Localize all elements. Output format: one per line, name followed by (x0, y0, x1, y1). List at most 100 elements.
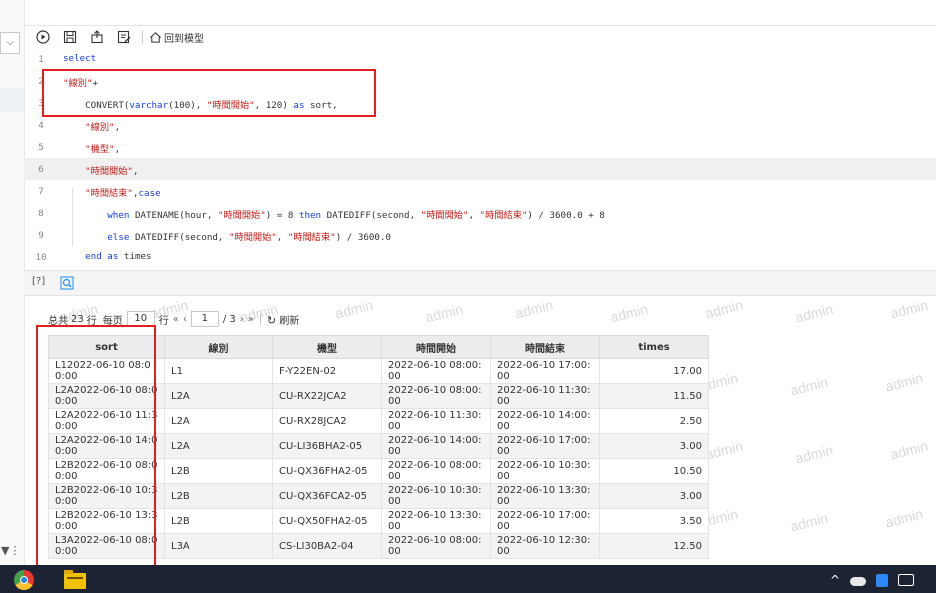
code-token: then (298, 210, 322, 221)
chrome-icon[interactable] (14, 570, 34, 590)
save-icon[interactable] (62, 29, 78, 45)
code-line[interactable]: 6 "時間開始", (24, 158, 936, 180)
watermark: admin (888, 296, 930, 322)
table-cell: 2022-06-10 08:00:00 (381, 358, 491, 384)
code-token: "時間開始" (217, 210, 266, 221)
table-cell: L2B (164, 483, 273, 509)
refresh-label: 刷新 (279, 315, 300, 327)
code-line[interactable]: 7 "時間結束",case (24, 180, 936, 202)
app-icon[interactable] (876, 573, 888, 587)
code-token: "線別" (85, 122, 115, 133)
table-cell: L2A (164, 383, 273, 409)
col-header-line[interactable]: 線別 (164, 335, 273, 359)
watermark: admin (793, 300, 835, 326)
code-line[interactable]: 4 "線別", (24, 114, 936, 136)
folder-icon[interactable] (64, 570, 86, 589)
code-line[interactable]: 8 when DATENAME(hour, "時間開始") = 8 then D… (24, 202, 936, 224)
highlight-box-code (42, 69, 376, 117)
back-to-model-button[interactable]: 回到模型 (149, 30, 204, 45)
watermark: admin (703, 437, 745, 463)
code-token: DATENAME(hour, (129, 210, 218, 221)
export-icon[interactable] (89, 29, 105, 45)
chevron-up-icon[interactable]: ^ (830, 573, 840, 587)
col-header-start[interactable]: 時間開始 (381, 335, 491, 359)
left-sidebar: ⌵ ▼⋮ (0, 0, 25, 565)
code-token: as (107, 251, 119, 262)
code-line[interactable]: 9 else DATEDIFF(second, "時間開始", "時間結束") … (24, 224, 936, 246)
line-number: 1 (38, 54, 44, 65)
watermark: admin (883, 369, 925, 395)
table-cell: 2022-06-10 14:00:00 (490, 408, 600, 434)
code-token: case (138, 188, 161, 199)
table-cell: 17.00 (599, 358, 709, 384)
device-icon[interactable] (898, 574, 914, 586)
table-cell: 2022-06-10 10:30:00 (381, 483, 491, 509)
table-cell: 11.50 (599, 383, 709, 409)
code-line[interactable]: 1 select (24, 48, 936, 70)
line-number: 8 (38, 208, 44, 219)
table-cell: 3.50 (599, 508, 709, 534)
code-token: "時間結束" (287, 232, 336, 243)
code-token: end (85, 251, 102, 262)
filter-icon[interactable]: ▼⋮ (1, 544, 20, 557)
table-cell: 2022-06-10 08:00:00 (381, 458, 491, 484)
next-page-button[interactable]: › (240, 314, 244, 325)
sidebar-selected-item[interactable] (0, 88, 24, 112)
watermark: admin (793, 441, 835, 467)
table-cell: 2022-06-10 17:00:00 (490, 358, 600, 384)
refresh-button[interactable]: ↻ 刷新 (267, 312, 299, 327)
code-token: times (118, 251, 152, 262)
table-cell: 2.50 (599, 408, 709, 434)
code-token: "時間開始" (228, 232, 277, 243)
watermark: admin (608, 300, 650, 326)
table-cell: L2B (164, 508, 273, 534)
code-text: else DATEDIFF(second, "時間開始", "時間結束") / … (63, 229, 391, 243)
first-page-button[interactable]: « (173, 314, 179, 325)
code-token: , (468, 210, 480, 221)
result-panel-tabs: [?] (24, 270, 936, 296)
chevron-down-icon[interactable]: ⌵ (0, 32, 20, 54)
last-page-button[interactable]: » (248, 314, 254, 325)
code-token: , (132, 166, 139, 177)
table-cell: 2022-06-10 11:30:00 (490, 383, 600, 409)
play-circle-icon[interactable] (35, 29, 51, 45)
col-header-model[interactable]: 機型 (272, 335, 382, 359)
divider (24, 25, 936, 26)
table-cell: 2022-06-10 13:30:00 (381, 508, 491, 534)
code-text: "時間開始", (63, 163, 139, 177)
line-number: 9 (38, 230, 44, 241)
page-input[interactable]: 1 (190, 311, 219, 327)
pager-divider (259, 313, 261, 325)
cloud-icon[interactable] (850, 577, 866, 586)
system-tray: ^ (820, 573, 914, 587)
indent-guide (72, 188, 73, 246)
prev-page-button[interactable]: ‹ (183, 314, 187, 325)
edit-icon[interactable] (116, 29, 132, 45)
table-cell: L2B (164, 458, 273, 484)
code-line[interactable]: 10 end as times (24, 246, 936, 268)
code-text: select (63, 53, 96, 64)
table-cell: 12.50 (599, 533, 709, 559)
col-header-end[interactable]: 時間結束 (490, 335, 600, 359)
code-token: ) = 8 (265, 210, 299, 221)
code-text: "線別", (63, 119, 120, 133)
table-cell: L2A (164, 433, 273, 459)
table-cell: 2022-06-10 08:00:00 (381, 383, 491, 409)
code-token: ) / 3600.0 + 8 (527, 210, 605, 221)
table-cell: 10.50 (599, 458, 709, 484)
table-cell: L3A (164, 533, 273, 559)
help-tab[interactable]: [?] (32, 276, 45, 287)
line-number: 6 (38, 164, 44, 175)
line-number: 4 (38, 120, 44, 131)
table-cell: L2A (164, 408, 273, 434)
code-token: when (107, 210, 130, 221)
search-icon[interactable] (60, 275, 74, 290)
code-token: select (63, 53, 97, 64)
total-count: 23 (71, 313, 84, 325)
col-header-times[interactable]: times (599, 335, 709, 359)
code-line[interactable]: 5 "機型", (24, 136, 936, 158)
table-cell: 2022-06-10 12:30:00 (490, 533, 600, 559)
watermark: admin (513, 296, 555, 322)
